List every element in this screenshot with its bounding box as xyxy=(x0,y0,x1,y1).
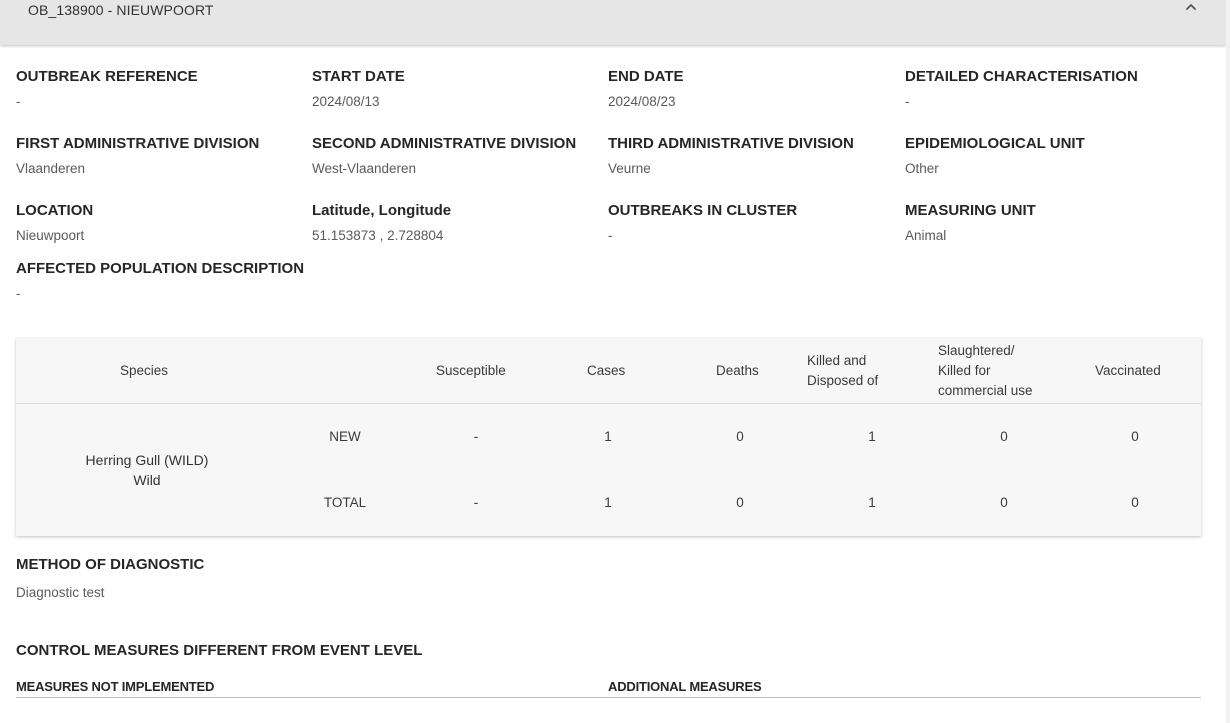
field-value: 2024/08/13 xyxy=(312,94,380,109)
field-label: MEASURING UNIT xyxy=(905,202,1036,219)
field-label: OUTBREAKS IN CLUSTER xyxy=(608,202,798,219)
cell-cases: 1 xyxy=(604,495,612,510)
column-header-killed-line: Killed and xyxy=(807,353,867,368)
scrollbar[interactable] xyxy=(1226,0,1230,723)
field-measuring-unit: MEASURING UNIT Animal xyxy=(905,202,1195,243)
field-epidemiological-unit: EPIDEMIOLOGICAL UNIT Other xyxy=(905,135,1195,176)
cell-deaths: 0 xyxy=(736,495,744,510)
cell-susceptible: - xyxy=(473,429,479,444)
column-header-cases: Cases xyxy=(587,363,626,378)
field-label: OUTBREAK REFERENCE xyxy=(16,68,198,85)
field-label: LOCATION xyxy=(16,202,94,219)
cell-susceptible: - xyxy=(473,495,479,510)
field-value: Vlaanderen xyxy=(16,161,86,176)
field-start-date: START DATE 2024/08/13 xyxy=(312,68,602,109)
species-table: Species Susceptible Cases Deaths Killed … xyxy=(16,338,1201,536)
field-label: AFFECTED POPULATION DESCRIPTION xyxy=(16,260,305,277)
field-value: 51.153873 , 2.728804 xyxy=(312,228,444,243)
chevron-up-icon[interactable] xyxy=(1184,0,1198,14)
cell-slaughtered: 0 xyxy=(1000,429,1008,444)
panel-title: OB_138900 - NIEUWPOORT xyxy=(28,2,214,18)
cell-killed: 1 xyxy=(868,429,876,444)
field-first-admin-division: FIRST ADMINISTRATIVE DIVISION Vlaanderen xyxy=(16,135,306,176)
field-label: SECOND ADMINISTRATIVE DIVISION xyxy=(312,135,577,152)
field-value: - xyxy=(905,94,910,109)
row-label: TOTAL xyxy=(323,495,367,510)
diagnostic-method-value: Diagnostic test xyxy=(16,585,105,600)
species-cell: Herring Gull (WILD) Wild xyxy=(66,450,228,490)
field-affected-population: AFFECTED POPULATION DESCRIPTION - xyxy=(16,260,306,301)
field-value: Nieuwpoort xyxy=(16,228,85,243)
divider xyxy=(16,697,1201,698)
field-second-admin-division: SECOND ADMINISTRATIVE DIVISION West-Vlaa… xyxy=(312,135,602,176)
additional-measures-label: ADDITIONAL MEASURES xyxy=(608,679,762,694)
field-value: West-Vlaanderen xyxy=(312,161,417,176)
species-name: Herring Gull (WILD) xyxy=(85,452,209,468)
field-label: THIRD ADMINISTRATIVE DIVISION xyxy=(608,135,854,152)
field-value: Veurne xyxy=(608,161,651,176)
field-value: - xyxy=(16,94,21,109)
field-label: Latitude, Longitude xyxy=(312,202,452,219)
column-header-susceptible: Susceptible xyxy=(436,363,506,378)
column-header-killed: Killed and Disposed of xyxy=(807,351,878,391)
field-value: 2024/08/23 xyxy=(608,94,676,109)
measures-not-implemented-label: MEASURES NOT IMPLEMENTED xyxy=(16,679,215,694)
column-header-species: Species xyxy=(120,363,169,378)
field-value: Other xyxy=(905,161,939,176)
field-outbreaks-in-cluster: OUTBREAKS IN CLUSTER - xyxy=(608,202,898,243)
field-end-date: END DATE 2024/08/23 xyxy=(608,68,898,109)
cell-cases: 1 xyxy=(604,429,612,444)
header-divider xyxy=(16,403,1201,404)
column-header-killed-line: Disposed of xyxy=(807,373,879,388)
cell-slaughtered: 0 xyxy=(1000,495,1008,510)
column-header-slaughtered: Slaughtered/ Killed for commercial use xyxy=(938,341,1033,401)
field-label: FIRST ADMINISTRATIVE DIVISION xyxy=(16,135,260,152)
field-latitude-longitude: Latitude, Longitude 51.153873 , 2.728804 xyxy=(312,202,602,243)
species-type: Wild xyxy=(133,472,161,488)
column-header-slaughtered-line: commercial use xyxy=(938,383,1033,398)
field-detailed-characterisation: DETAILED CHARACTERISATION - xyxy=(905,68,1195,109)
cell-killed: 1 xyxy=(868,495,876,510)
field-value: - xyxy=(16,286,21,301)
field-label: END DATE xyxy=(608,68,684,85)
cell-vaccinated: 0 xyxy=(1131,429,1139,444)
cell-vaccinated: 0 xyxy=(1131,495,1139,510)
field-outbreak-reference: OUTBREAK REFERENCE - xyxy=(16,68,306,109)
diagnostic-method-label: METHOD OF DIAGNOSTIC xyxy=(16,556,205,573)
outbreak-panel-header[interactable]: OB_138900 - NIEUWPOORT xyxy=(0,0,1226,45)
column-header-slaughtered-line: Killed for xyxy=(938,363,991,378)
control-measures-title: CONTROL MEASURES DIFFERENT FROM EVENT LE… xyxy=(16,642,423,659)
column-header-deaths: Deaths xyxy=(716,363,759,378)
field-label: EPIDEMIOLOGICAL UNIT xyxy=(905,135,1085,152)
column-header-slaughtered-line: Slaughtered/ xyxy=(938,343,1015,358)
field-value: - xyxy=(608,228,613,243)
column-header-vaccinated: Vaccinated xyxy=(1095,363,1161,378)
field-value: Animal xyxy=(905,228,947,243)
field-label: START DATE xyxy=(312,68,405,85)
cell-deaths: 0 xyxy=(736,429,744,444)
field-third-admin-division: THIRD ADMINISTRATIVE DIVISION Veurne xyxy=(608,135,898,176)
field-label: DETAILED CHARACTERISATION xyxy=(905,68,1138,85)
field-location: LOCATION Nieuwpoort xyxy=(16,202,306,243)
row-label: NEW xyxy=(329,429,361,444)
